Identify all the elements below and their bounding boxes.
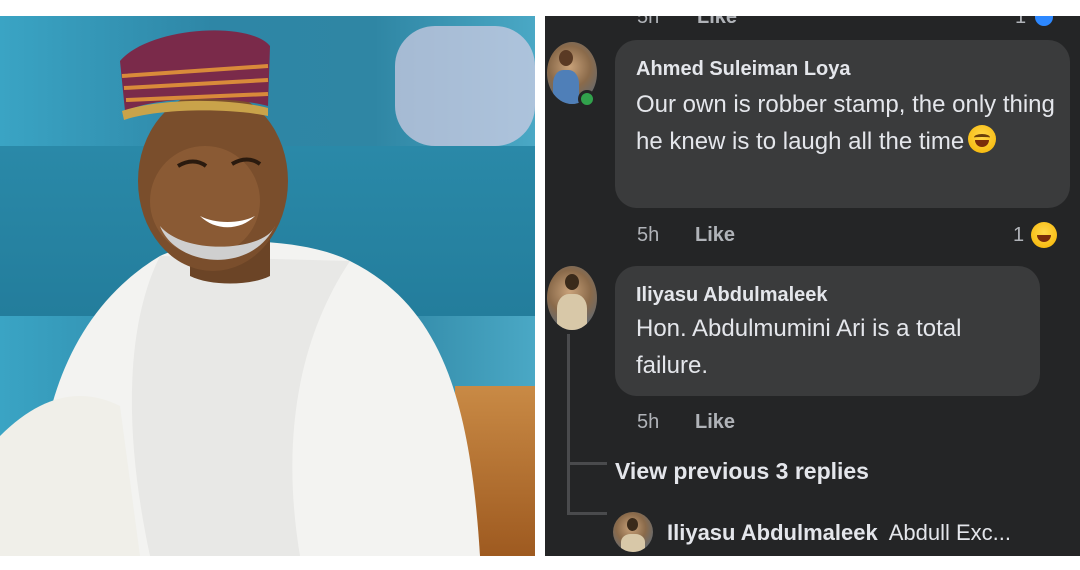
comment-like-button[interactable]: Like [695,224,735,247]
view-previous-replies-link[interactable]: View previous 3 replies [615,458,869,485]
portrait-photo [0,16,535,556]
reply-preview[interactable]: Iliyasu Abdulmaleek Abdull Exc... [667,520,1011,546]
man-illustration [0,30,481,556]
thread-line [567,334,570,514]
top-comment-time: 5h [637,16,660,28]
avatar[interactable] [547,266,597,330]
online-status-icon [578,90,596,108]
comment-author[interactable]: Iliyasu Abdulmaleek [636,284,828,307]
reaction-count: 1 [1013,224,1025,246]
top-comment-reaction-count: 1 [1015,16,1027,28]
grinning-reaction-icon[interactable] [1031,222,1057,248]
avatar[interactable] [613,512,653,552]
comment-time: 5h [637,224,660,246]
comment-like-button[interactable]: Like [695,411,735,434]
top-reaction-icon [1035,16,1053,26]
thread-branch [567,462,607,465]
thread-branch [567,512,607,515]
comment-text: Hon. Abdulmumini Ari is a total failure. [636,315,962,379]
laughing-emoji-icon [968,125,997,153]
comments-panel: 5h Like 1 Ahmed Suleiman Loya Our own is… [545,16,1080,556]
comment-text: Our own is robber stamp, the only thing … [636,86,1056,160]
composite-image: 5h Like 1 Ahmed Suleiman Loya Our own is… [0,0,1080,570]
comment-time: 5h [637,411,660,433]
reply-author: Iliyasu Abdulmaleek [667,520,878,545]
reply-text: Abdull Exc... [888,520,1012,545]
comment-author[interactable]: Ahmed Suleiman Loya [636,58,851,81]
top-comment-like[interactable]: Like [697,16,737,29]
